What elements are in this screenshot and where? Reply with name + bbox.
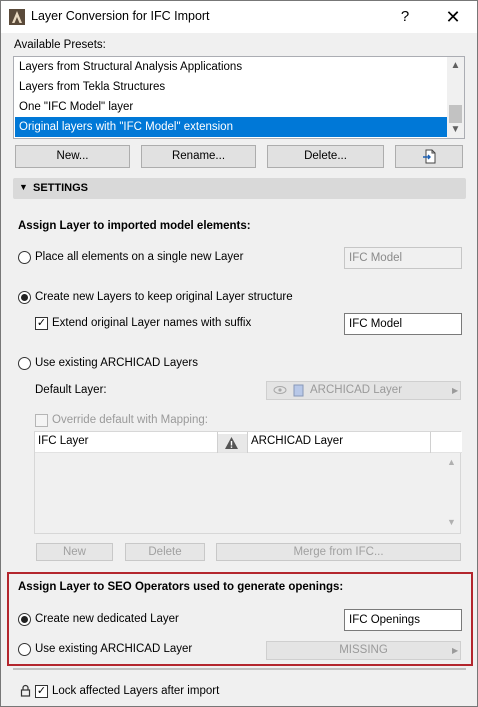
warning-icon bbox=[225, 437, 238, 449]
preset-new-button[interactable]: New... bbox=[15, 145, 130, 168]
layer-conversion-dialog: Layer Conversion for IFC Import ? ✕ Avai… bbox=[0, 0, 478, 707]
title-bar: Layer Conversion for IFC Import ? ✕ bbox=[1, 1, 477, 33]
dropdown-arrow-icon: ▶ bbox=[452, 646, 459, 655]
close-button[interactable]: ✕ bbox=[441, 7, 465, 27]
window-title: Layer Conversion for IFC Import bbox=[31, 9, 210, 23]
import-file-icon bbox=[423, 149, 436, 164]
seo-create-radio[interactable] bbox=[18, 613, 31, 626]
create-layers-radio[interactable] bbox=[18, 291, 31, 304]
lock-icon bbox=[20, 684, 31, 700]
settings-header-label: SETTINGS bbox=[33, 182, 89, 194]
layer-icon bbox=[293, 384, 304, 403]
single-layer-name-field[interactable]: IFC Model bbox=[344, 247, 462, 269]
default-layer-dropdown[interactable]: ARCHICAD Layer ▶ bbox=[266, 381, 461, 400]
override-mapping-checkbox[interactable] bbox=[35, 414, 48, 427]
seo-layer-name-input[interactable]: IFC Openings bbox=[344, 609, 462, 631]
create-layers-label: Create new Layers to keep original Layer… bbox=[35, 291, 293, 303]
archicad-app-icon bbox=[9, 9, 25, 25]
seo-existing-layer-dropdown[interactable]: MISSING ▶ bbox=[266, 641, 461, 660]
preset-delete-button[interactable]: Delete... bbox=[267, 145, 384, 168]
seo-existing-radio[interactable] bbox=[18, 643, 31, 656]
archicad-layer-column-header: ARCHICAD Layer bbox=[251, 435, 344, 447]
section-divider bbox=[13, 668, 466, 670]
default-layer-value: ARCHICAD Layer bbox=[310, 384, 403, 396]
mapping-table-header: IFC Layer ARCHICAD Layer bbox=[35, 432, 462, 453]
preset-import-button[interactable] bbox=[395, 145, 463, 168]
seo-existing-layer-value: MISSING bbox=[339, 644, 388, 656]
seo-operators-section: Assign Layer to SEO Operators used to ge… bbox=[7, 572, 473, 666]
scroll-up-icon[interactable]: ▲ bbox=[447, 57, 464, 74]
mapping-new-button[interactable]: New bbox=[36, 543, 113, 561]
existing-layers-label: Use existing ARCHICAD Layers bbox=[35, 357, 198, 369]
extend-suffix-checkbox[interactable]: ✓ bbox=[35, 317, 48, 330]
preset-item[interactable]: Layers from Structural Analysis Applicat… bbox=[15, 57, 448, 77]
preset-item[interactable]: Layers from Tekla Structures bbox=[15, 77, 448, 97]
scroll-down-icon[interactable]: ▼ bbox=[447, 121, 464, 138]
column-divider bbox=[430, 432, 431, 453]
lock-layers-checkbox[interactable]: ✓ bbox=[35, 685, 48, 698]
existing-layers-radio[interactable] bbox=[18, 357, 31, 370]
settings-section-header[interactable]: ▼ SETTINGS bbox=[13, 178, 466, 199]
seo-existing-label: Use existing ARCHICAD Layer bbox=[35, 643, 193, 655]
preset-rename-button[interactable]: Rename... bbox=[141, 145, 256, 168]
merge-from-ifc-button[interactable]: Merge from IFC... bbox=[216, 543, 461, 561]
lock-layers-label: Lock affected Layers after import bbox=[52, 685, 220, 697]
seo-create-label: Create new dedicated Layer bbox=[35, 613, 179, 625]
collapse-triangle-icon: ▼ bbox=[19, 182, 28, 192]
warning-column-header bbox=[218, 434, 247, 452]
default-layer-label: Default Layer: bbox=[35, 384, 107, 396]
extend-suffix-label: Extend original Layer names with suffix bbox=[52, 317, 252, 329]
presets-scrollbar[interactable]: ▲ ▼ bbox=[447, 57, 464, 138]
column-divider bbox=[247, 432, 248, 453]
single-layer-label: Place all elements on a single new Layer bbox=[35, 251, 244, 263]
presets-list[interactable]: Layers from Structural Analysis Applicat… bbox=[13, 56, 465, 139]
preset-item[interactable]: One "IFC Model" layer bbox=[15, 97, 448, 117]
mapping-table[interactable]: IFC Layer ARCHICAD Layer ▲ ▼ bbox=[34, 431, 462, 534]
dropdown-arrow-icon: ▶ bbox=[452, 386, 459, 395]
presets-label: Available Presets: bbox=[14, 39, 106, 51]
assign-layer-heading: Assign Layer to imported model elements: bbox=[18, 220, 251, 232]
help-button[interactable]: ? bbox=[393, 7, 417, 27]
eye-icon bbox=[273, 383, 287, 403]
mapping-delete-button[interactable]: Delete bbox=[125, 543, 205, 561]
scroll-down-icon[interactable]: ▼ bbox=[447, 517, 456, 527]
mapping-table-scrollbar[interactable]: ▲ ▼ bbox=[443, 453, 460, 533]
override-mapping-label: Override default with Mapping: bbox=[52, 414, 208, 426]
preset-item-selected[interactable]: Original layers with "IFC Model" extensi… bbox=[15, 117, 448, 137]
suffix-input[interactable]: IFC Model bbox=[344, 313, 462, 335]
ifc-layer-column-header: IFC Layer bbox=[38, 435, 89, 447]
scroll-up-icon[interactable]: ▲ bbox=[447, 457, 456, 467]
seo-heading: Assign Layer to SEO Operators used to ge… bbox=[18, 581, 344, 593]
single-layer-radio[interactable] bbox=[18, 251, 31, 264]
